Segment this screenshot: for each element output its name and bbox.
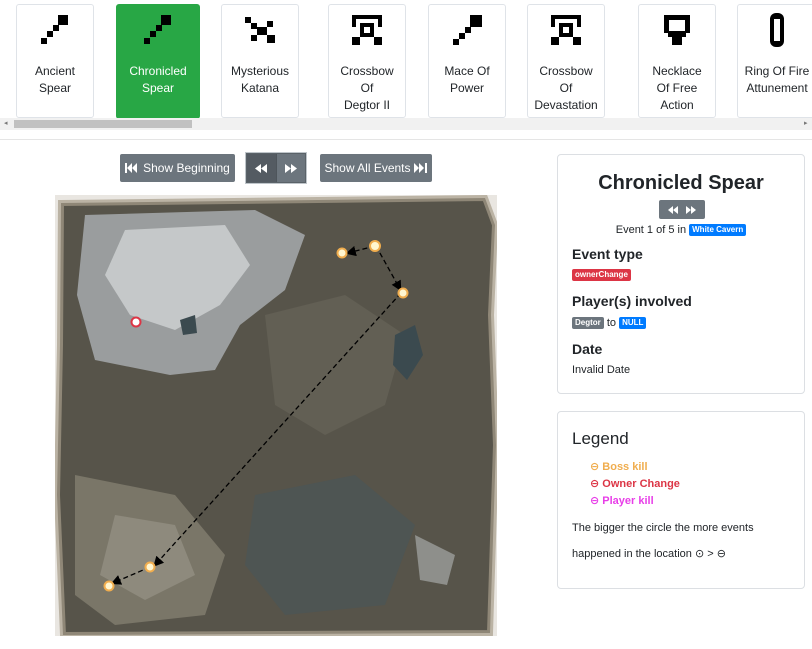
event-type-heading: Event type [572, 246, 643, 262]
map-canvas [55, 195, 497, 636]
step-button-group [246, 153, 306, 183]
player-to-word: to [606, 317, 617, 329]
date-value: Invalid Date [572, 364, 631, 376]
item-label: Crossbow Of Devastation [534, 64, 598, 112]
players-heading: Player(s) involved [572, 293, 692, 309]
event-marker-1[interactable] [369, 240, 381, 252]
event-marker-3[interactable] [397, 287, 409, 299]
legend-card: Legend ⊖ Boss kill ⊖ Owner Change ⊖ Play… [557, 411, 805, 589]
horizontal-scrollbar[interactable]: ◂ ▸ [0, 118, 812, 130]
item-label: Chronicled Spear [129, 64, 187, 95]
rewind-icon[interactable] [668, 205, 678, 214]
event-marker-2[interactable] [336, 247, 348, 259]
skip-to-end-icon [413, 163, 427, 173]
item-label: Ancient Spear [34, 64, 76, 95]
player-kill-marker-icon: ⊖ [590, 495, 600, 507]
date-heading: Date [572, 341, 603, 357]
item-label: Crossbow Of Degtor II [340, 64, 394, 112]
scroll-left-icon[interactable]: ◂ [4, 119, 8, 127]
item-label: Mysterious Katana [230, 64, 289, 95]
player-to-badge: NULL [619, 317, 647, 329]
legend-note-line2: happened in the location ⊙ > ⊖ [572, 548, 726, 560]
divider [0, 139, 812, 140]
ring-icon [770, 13, 784, 47]
event-step-buttons[interactable] [659, 200, 705, 219]
legend-note-line1: The bigger the circle the more events [572, 522, 754, 534]
item-card-necklace-of-free-action[interactable]: Necklace Of Free Action [638, 4, 716, 118]
legend-title: Legend [572, 429, 629, 448]
player-from-badge: Degtor [572, 317, 604, 329]
event-info-card: Chronicled Spear Event 1 of 5 in White C… [557, 154, 805, 394]
event-type-badge: ownerChange [572, 269, 631, 281]
necklace-icon [664, 15, 690, 45]
legend-item-boss-kill: ⊖ Boss kill [590, 461, 648, 473]
mace-icon [453, 15, 482, 45]
show-beginning-label: Show Beginning [143, 161, 230, 175]
item-card-crossbow-of-devastation[interactable]: Crossbow Of Devastation [527, 4, 605, 118]
item-label: Ring Of Fire Attunement [744, 64, 810, 95]
item-label: Mace Of Power [444, 64, 490, 95]
spear-icon [41, 15, 68, 44]
item-card-ring-of-fire-attunement[interactable]: Ring Of Fire Attunement [737, 4, 812, 118]
show-all-events-button[interactable]: Show All Events [320, 154, 432, 182]
katana-icon [245, 17, 275, 43]
fast-forward-icon [284, 163, 297, 173]
event-counter: Event 1 of 5 in White Cavern [558, 224, 804, 236]
show-all-events-label: Show All Events [324, 161, 411, 175]
world-map[interactable] [55, 195, 497, 636]
fast-forward-icon[interactable] [686, 205, 696, 214]
item-card-mace-of-power[interactable]: Mace Of Power [428, 4, 506, 118]
crossbow-icon [551, 15, 581, 45]
circle-size-icon: ⊙ > ⊖ [694, 548, 726, 560]
spear-icon [144, 15, 171, 44]
legend-item-owner-change: ⊖ Owner Change [590, 478, 680, 490]
previous-event-button[interactable] [247, 154, 277, 182]
legend-item-player-kill: ⊖ Player kill [590, 495, 654, 507]
next-event-button[interactable] [276, 154, 305, 182]
show-beginning-button[interactable]: Show Beginning [120, 154, 235, 182]
owner-change-marker[interactable] [130, 316, 142, 328]
owner-change-marker-icon: ⊖ [590, 478, 600, 490]
event-counter-text: Event 1 of 5 in [615, 224, 687, 236]
item-strip: Ancient Spear Chronicled Spear Mysterious K… [0, 0, 812, 130]
location-badge: White Cavern [689, 224, 747, 236]
scroll-right-icon[interactable]: ▸ [804, 119, 808, 127]
item-card-mysterious-katana[interactable]: Mysterious Katana [221, 4, 299, 118]
boss-kill-marker-icon: ⊖ [590, 461, 600, 473]
skip-to-start-icon [125, 163, 138, 173]
rewind-icon [255, 163, 268, 173]
event-marker-4[interactable] [144, 561, 156, 573]
item-card-chronicled-spear[interactable]: Chronicled Spear [116, 4, 200, 119]
item-card-crossbow-of-degtor-ii[interactable]: Crossbow Of Degtor II [328, 4, 406, 118]
scrollbar-thumb[interactable] [14, 120, 192, 128]
item-card-ancient-spear[interactable]: Ancient Spear [16, 4, 94, 118]
item-label: Necklace Of Free Action [652, 64, 702, 112]
item-title: Chronicled Spear [598, 172, 764, 194]
crossbow-icon [352, 15, 382, 45]
event-marker-5[interactable] [103, 580, 115, 592]
